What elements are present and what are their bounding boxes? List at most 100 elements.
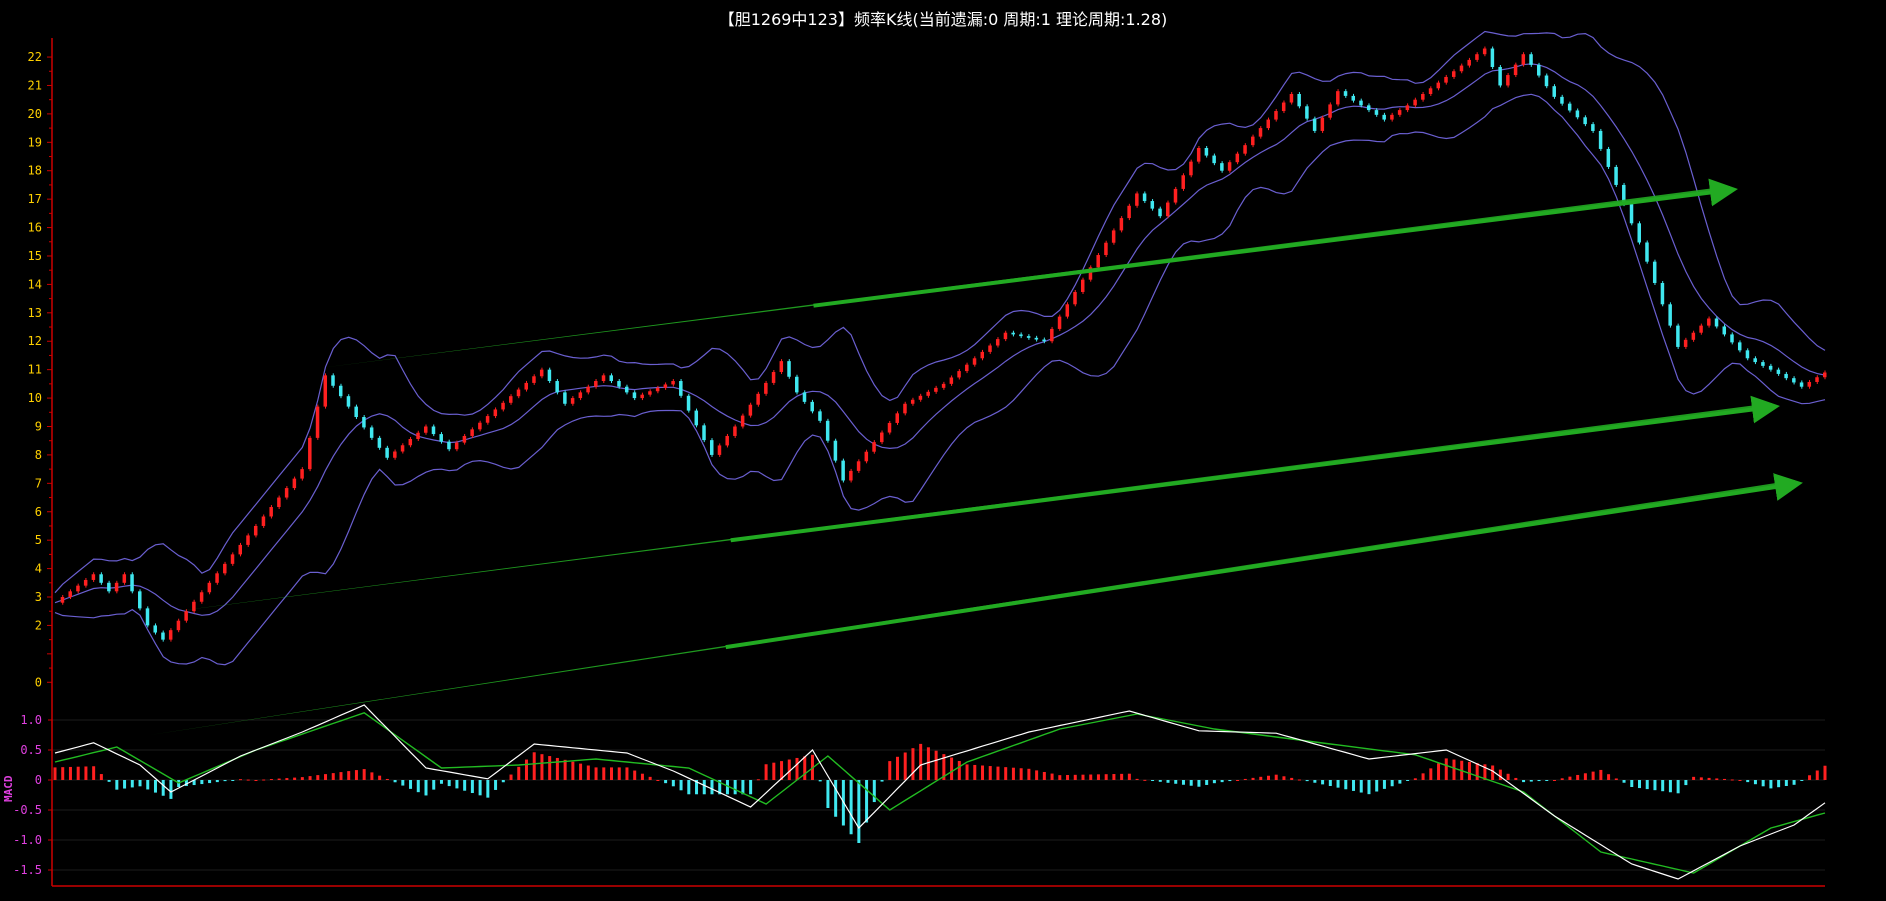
macd-bar-positive: [648, 776, 652, 780]
macd-bar-positive: [764, 764, 768, 780]
macd-bar-negative: [161, 780, 165, 796]
macd-bar-positive: [903, 752, 907, 780]
macd-bar-negative: [1212, 780, 1216, 784]
candle-down: [795, 376, 799, 393]
candle-up: [717, 445, 722, 455]
macd-bar-negative: [1622, 780, 1626, 783]
candle-up: [578, 392, 583, 399]
macd-bar-positive: [1297, 779, 1301, 781]
macd-bar-negative: [687, 780, 691, 795]
macd-bar-positive: [571, 761, 575, 780]
macd-bar-positive: [1290, 777, 1294, 780]
macd-bar-negative: [223, 780, 227, 782]
macd-bar-positive: [633, 770, 637, 780]
macd-bar-positive: [625, 767, 629, 780]
candle-up: [60, 597, 65, 603]
candle-down: [362, 417, 366, 428]
y-tick-label: 5: [35, 533, 42, 547]
candle-up: [655, 387, 660, 392]
macd-bar-positive: [1019, 768, 1023, 780]
macd-bar-negative: [1166, 780, 1170, 783]
candle-up: [315, 406, 320, 438]
candle-down: [1560, 96, 1564, 104]
y-tick-label: 9: [35, 419, 42, 433]
macd-tick-label: -1.0: [13, 833, 42, 847]
chart-title: 【胆1269中123】频率K线(当前遗漏:0 周期:1 理论周期:1.28): [718, 10, 1168, 29]
macd-bar-positive: [509, 774, 513, 780]
macd-bar-negative: [1158, 780, 1162, 782]
candle-down: [377, 437, 382, 448]
candle-down: [1212, 155, 1216, 164]
candle-up: [1823, 372, 1827, 378]
macd-bar-negative: [1800, 780, 1804, 781]
candle-down: [1722, 326, 1727, 335]
candle-up: [1459, 65, 1464, 72]
macd-bar-positive: [1035, 770, 1039, 780]
candle-up: [880, 432, 884, 443]
candle-down: [138, 591, 142, 609]
candle-up: [570, 398, 575, 404]
y-tick-label: 16: [28, 221, 42, 235]
candle-up: [68, 591, 72, 598]
macd-bar-positive: [1576, 774, 1580, 780]
macd-bar-negative: [1228, 780, 1232, 782]
macd-bar-negative: [1205, 780, 1209, 785]
candle-down: [1591, 124, 1595, 131]
candle-down: [447, 441, 451, 450]
macd-bar-positive: [803, 756, 807, 780]
candle-up: [895, 413, 899, 423]
candle-up: [470, 429, 474, 436]
candle-up: [454, 442, 459, 450]
candle-up: [988, 345, 992, 352]
macd-bar-positive: [262, 779, 266, 781]
macd-bar-positive: [1583, 773, 1587, 780]
macd-bar-negative: [1684, 780, 1688, 786]
macd-bar-positive: [1104, 774, 1108, 780]
trend-arrow-upper: [320, 178, 1738, 368]
macd-bar-positive: [1506, 773, 1510, 780]
candle-down: [617, 381, 621, 387]
y-tick-label: 13: [28, 306, 42, 320]
macd-bar-positive: [1050, 773, 1054, 780]
macd-bar-positive: [1282, 776, 1286, 780]
macd-bar-positive: [532, 752, 536, 780]
candle-down: [1537, 64, 1541, 76]
y-tick-label: 7: [35, 476, 42, 490]
candle-down: [624, 386, 629, 393]
macd-bar-positive: [339, 772, 343, 780]
macd-bar-negative: [123, 780, 127, 789]
candle-up: [532, 376, 536, 383]
y-tick-label: 10: [28, 391, 42, 405]
macd-bar-positive: [1730, 779, 1734, 781]
candle-up: [1050, 328, 1054, 342]
candle-up: [199, 592, 204, 602]
candle-down: [1382, 114, 1386, 120]
macd-bar-positive: [610, 767, 614, 780]
macd-bar-positive: [617, 767, 621, 780]
candle-down: [1668, 304, 1672, 326]
candle-up: [903, 403, 907, 414]
macd-bar-negative: [1359, 780, 1363, 793]
candle-up: [1506, 75, 1510, 86]
candle-down: [1761, 362, 1765, 366]
candle-down: [841, 460, 845, 481]
candle-down: [1768, 365, 1773, 370]
macd-dea-line: [54, 712, 1826, 874]
macd-bar-positive: [957, 760, 961, 780]
macd-bar-positive: [308, 776, 312, 780]
candle-up: [400, 445, 405, 452]
macd-bar-negative: [1777, 780, 1781, 788]
macd-bar-positive: [316, 775, 320, 780]
candle-down: [547, 369, 552, 382]
candle-up: [516, 389, 521, 397]
macd-bar-negative: [1537, 780, 1541, 782]
macd-bar-positive: [926, 747, 930, 780]
bollinger-middle-line: [54, 63, 1826, 616]
macd-bar-positive: [293, 777, 297, 780]
candle-down: [632, 392, 637, 399]
macd-bar-negative: [146, 780, 150, 790]
macd-bar-negative: [664, 780, 668, 784]
candle-down: [153, 625, 157, 633]
candle-up: [524, 382, 528, 390]
candle-up: [1320, 117, 1325, 131]
